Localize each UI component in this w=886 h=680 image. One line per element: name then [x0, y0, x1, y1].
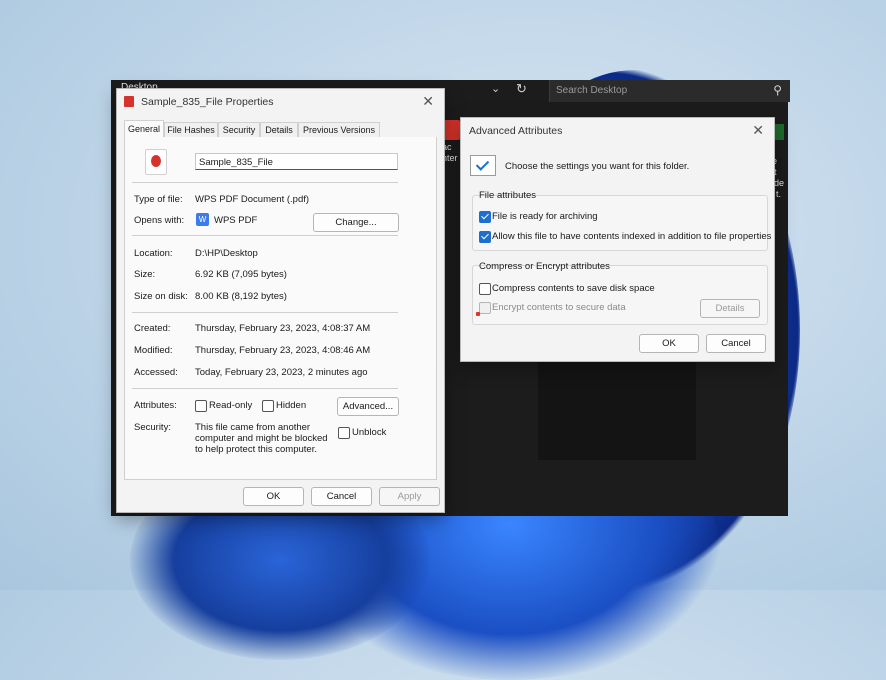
modified-value: Thursday, February 23, 2023, 4:08:46 AM — [195, 345, 371, 356]
tab-details[interactable]: Details — [260, 122, 298, 137]
compress-checkbox[interactable] — [479, 283, 491, 295]
details-button[interactable]: Details — [700, 299, 760, 318]
dialog-title: Advanced Attributes — [469, 125, 563, 137]
unblock-checkbox[interactable] — [338, 427, 350, 439]
hidden-label: Hidden — [276, 400, 307, 411]
dialog-title: Sample_835_File Properties — [141, 96, 274, 108]
tab-security[interactable]: Security — [218, 122, 260, 137]
properties-dialog: Sample_835_File Properties ✕ General Fil… — [116, 88, 445, 513]
type-value: WPS PDF Document (.pdf) — [195, 194, 310, 205]
archive-checkbox[interactable] — [479, 211, 491, 223]
divider — [132, 235, 398, 236]
size-disk-value: 8.00 KB (8,192 bytes) — [195, 291, 287, 302]
advanced-attributes-dialog: Advanced Attributes ✕ Choose the setting… — [460, 117, 775, 362]
readonly-label: Read-only — [209, 400, 253, 411]
location-value: D:\HP\Desktop — [195, 248, 258, 259]
ok-button[interactable]: OK — [639, 334, 699, 353]
group-title: Compress or Encrypt attributes — [479, 261, 610, 272]
chevron-down-icon[interactable]: ⌄ — [491, 82, 500, 95]
ok-button[interactable]: OK — [243, 487, 304, 506]
security-text: This file came from another computer and… — [195, 422, 328, 455]
divider — [132, 312, 398, 313]
tab-file-hashes[interactable]: File Hashes — [164, 122, 218, 137]
file-attributes-group: File attributes File is ready for archiv… — [472, 190, 772, 251]
advanced-button[interactable]: Advanced... — [337, 397, 399, 416]
search-placeholder: Search Desktop — [556, 85, 628, 96]
tab-bar: General File Hashes Security Details Pre… — [124, 120, 434, 138]
cancel-button[interactable]: Cancel — [311, 487, 372, 506]
general-panel: Sample_835_File Type of file: WPS PDF Do… — [124, 137, 437, 480]
readonly-checkbox[interactable] — [195, 400, 207, 412]
divider — [132, 388, 398, 389]
close-icon[interactable]: ✕ — [422, 93, 434, 110]
apply-button[interactable]: Apply — [379, 487, 440, 506]
index-label: Allow this file to have contents indexed… — [492, 231, 772, 242]
encrypt-label: Encrypt contents to secure data — [492, 302, 626, 313]
encrypt-checkbox[interactable] — [479, 302, 491, 314]
security-label: Security: — [134, 422, 171, 433]
pdf-file-icon — [145, 149, 167, 175]
tab-previous-versions[interactable]: Previous Versions — [298, 122, 380, 137]
location-label: Location: — [134, 248, 173, 259]
change-button[interactable]: Change... — [313, 213, 399, 232]
cancel-button[interactable]: Cancel — [706, 334, 766, 353]
pdf-icon — [124, 96, 134, 107]
divider — [132, 182, 398, 183]
modified-label: Modified: — [134, 345, 173, 356]
index-checkbox[interactable] — [479, 231, 491, 243]
size-disk-label: Size on disk: — [134, 291, 188, 302]
checkmark-icon — [470, 155, 496, 176]
opens-label: Opens with: — [134, 215, 185, 226]
refresh-icon[interactable]: ↻ — [516, 81, 527, 97]
group-title: File attributes — [479, 190, 537, 201]
size-label: Size: — [134, 269, 156, 280]
compress-encrypt-group: Compress or Encrypt attributes Compress … — [472, 261, 768, 325]
tab-general[interactable]: General — [124, 120, 164, 138]
wps-pdf-icon: W — [196, 213, 209, 226]
search-icon: ⚲ — [773, 83, 782, 97]
explorer-pane — [538, 362, 696, 460]
archive-label: File is ready for archiving — [492, 211, 598, 222]
compress-label: Compress contents to save disk space — [492, 283, 655, 294]
created-label: Created: — [134, 323, 171, 334]
opens-value: WPS PDF — [214, 215, 258, 226]
hidden-checkbox[interactable] — [262, 400, 274, 412]
cursor-mark — [476, 312, 480, 316]
file-name-field[interactable]: Sample_835_File — [195, 153, 398, 170]
close-icon[interactable]: ✕ — [752, 122, 764, 139]
accessed-value: Today, February 23, 2023, 2 minutes ago — [195, 367, 368, 378]
created-value: Thursday, February 23, 2023, 4:08:37 AM — [195, 323, 371, 334]
accessed-label: Accessed: — [134, 367, 178, 378]
attributes-label: Attributes: — [134, 400, 177, 411]
unblock-label: Unblock — [352, 427, 387, 438]
size-value: 6.92 KB (7,095 bytes) — [195, 269, 287, 280]
type-label: Type of file: — [134, 194, 183, 205]
intro-text: Choose the settings you want for this fo… — [505, 161, 690, 172]
explorer-search-input[interactable]: Search Desktop ⚲ — [549, 80, 790, 102]
